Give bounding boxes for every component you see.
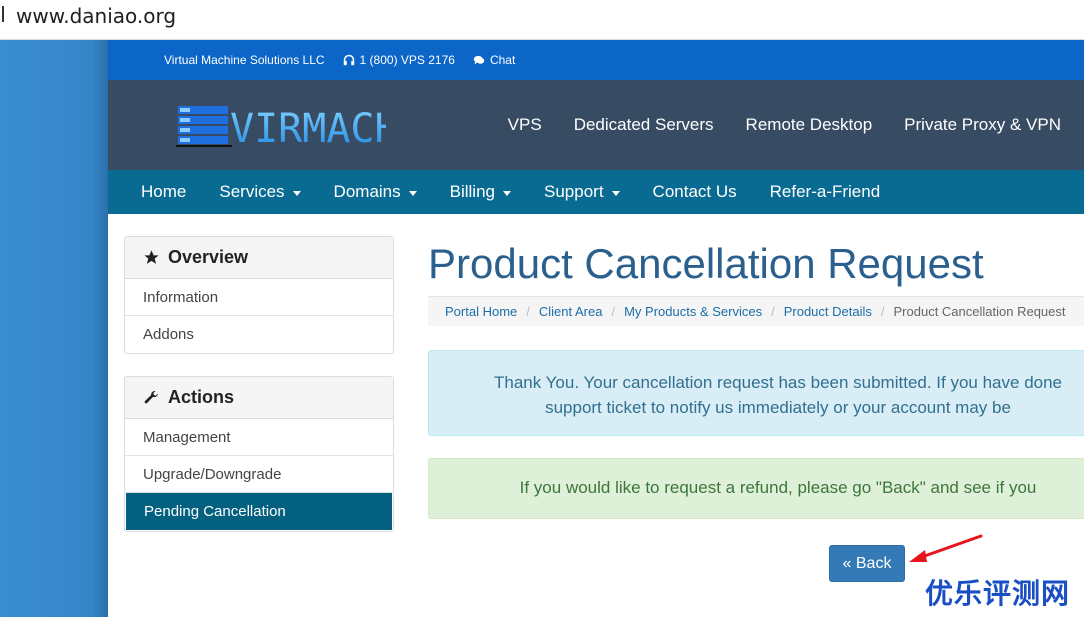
overview-panel-header: Overview xyxy=(125,237,393,279)
webpage: Virtual Machine Solutions LLC 1 (800) VP… xyxy=(108,40,1084,617)
watermark-text: 优乐评测网 xyxy=(925,577,1071,610)
breadcrumb-product-details[interactable]: Product Details xyxy=(784,304,872,319)
breadcrumb-client-area[interactable]: Client Area xyxy=(539,304,603,319)
breadcrumb-separator: / xyxy=(611,304,616,319)
actions-panel-header: Actions xyxy=(125,377,393,419)
text-cursor xyxy=(2,6,4,22)
caret-down-icon xyxy=(611,190,620,196)
breadcrumb-separator: / xyxy=(526,304,530,319)
info-alert: Thank You. Your cancellation request has… xyxy=(428,350,1084,436)
subnav-billing[interactable]: Billing xyxy=(450,182,511,202)
nav-remote-desktop[interactable]: Remote Desktop xyxy=(746,115,873,135)
nav-dedicated-servers[interactable]: Dedicated Servers xyxy=(574,115,714,135)
refund-alert: If you would like to request a refund, p… xyxy=(428,458,1084,519)
caret-down-icon xyxy=(408,190,417,196)
breadcrumb-my-products[interactable]: My Products & Services xyxy=(624,304,762,319)
server-rack-icon xyxy=(176,106,232,147)
info-alert-line-2: support ticket to notify us immediately … xyxy=(545,398,1011,417)
refund-alert-text: If you would like to request a refund, p… xyxy=(519,478,1037,497)
info-alert-line-1: Thank You. Your cancellation request has… xyxy=(493,373,1063,392)
subnav-home[interactable]: Home xyxy=(141,182,186,202)
nav-private-proxy-vpn[interactable]: Private Proxy & VPN xyxy=(904,115,1061,135)
chat-bubble-icon xyxy=(473,55,485,65)
company-name: Virtual Machine Solutions LLC xyxy=(164,53,325,67)
breadcrumb-separator: / xyxy=(880,304,885,319)
phone-number: 1 (800) VPS 2176 xyxy=(359,53,455,67)
sidebar-item-pending-cancellation[interactable]: Pending Cancellation xyxy=(126,493,392,530)
client-navigation: Home Services Domains Billing Support Co… xyxy=(108,170,1084,214)
caret-down-icon xyxy=(292,190,301,196)
overview-panel: Overview Information Addons xyxy=(124,236,394,354)
nav-vps[interactable]: VPS xyxy=(508,115,542,135)
browser-url[interactable]: www.daniao.org xyxy=(16,4,176,28)
main-navigation: VPS Dedicated Servers Remote Desktop Pri… xyxy=(508,80,1084,170)
breadcrumb-separator: / xyxy=(771,304,775,319)
caret-down-icon xyxy=(503,190,511,196)
subnav-refer-a-friend[interactable]: Refer-a-Friend xyxy=(770,182,881,202)
main-content: Product Cancellation Request Portal Home… xyxy=(428,236,1084,519)
overview-title: Overview xyxy=(168,247,249,267)
subnav-services[interactable]: Services xyxy=(219,182,301,202)
red-annotation-arrow-icon xyxy=(909,534,983,562)
subnav-domains[interactable]: Domains xyxy=(334,182,417,202)
sidebar-item-management[interactable]: Management xyxy=(125,419,393,456)
headset-icon xyxy=(343,54,354,66)
actions-title: Actions xyxy=(168,387,235,407)
virmach-logo[interactable]: VIRMACH xyxy=(176,102,386,148)
site-header: VIRMACH VPS Dedicated Servers Remote Des… xyxy=(108,80,1084,170)
sidebar: Overview Information Addons Actions Mana… xyxy=(124,236,394,554)
sidebar-item-upgrade-downgrade[interactable]: Upgrade/Downgrade xyxy=(125,456,393,493)
star-icon xyxy=(144,250,159,264)
browser-address-bar[interactable]: www.daniao.org xyxy=(0,0,1084,40)
chat-link[interactable]: Chat xyxy=(473,53,515,67)
sidebar-item-addons[interactable]: Addons xyxy=(125,316,393,353)
logo-text: VIRMACH xyxy=(230,106,386,148)
breadcrumb-portal-home[interactable]: Portal Home xyxy=(445,304,517,319)
breadcrumb: Portal Home / Client Area / My Products … xyxy=(428,296,1084,326)
back-button[interactable]: « Back xyxy=(829,545,905,582)
subnav-support[interactable]: Support xyxy=(544,182,620,202)
breadcrumb-current: Product Cancellation Request xyxy=(893,304,1066,319)
subnav-contact-us[interactable]: Contact Us xyxy=(653,182,737,202)
left-background-band xyxy=(0,40,108,617)
top-info-bar: Virtual Machine Solutions LLC 1 (800) VP… xyxy=(108,40,1084,80)
actions-panel: Actions Management Upgrade/Downgrade Pen… xyxy=(124,376,394,532)
phone-link[interactable]: 1 (800) VPS 2176 xyxy=(343,53,455,67)
wrench-icon xyxy=(144,391,158,404)
chat-label: Chat xyxy=(489,53,516,67)
sidebar-item-information[interactable]: Information xyxy=(125,279,393,316)
page-title: Product Cancellation Request xyxy=(428,240,984,287)
